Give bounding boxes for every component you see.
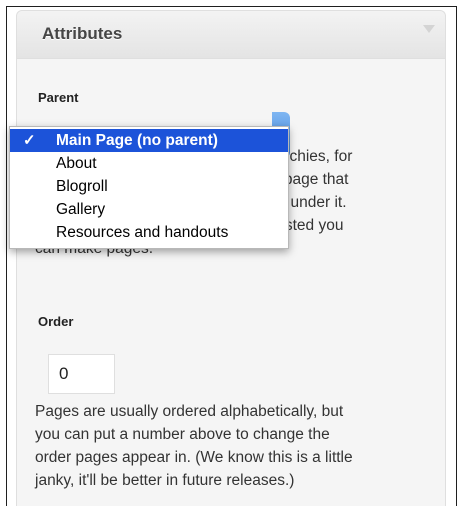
order-label: Order [38,314,74,329]
dropdown-option-label: Gallery [56,201,106,218]
checkmark-icon: ✓ [23,132,36,149]
dropdown-option[interactable]: Gallery [10,198,288,221]
dropdown-option-label: Main Page (no parent) [56,132,218,149]
dropdown-option-selected[interactable]: ✓ Main Page (no parent) [10,129,288,152]
dropdown-option-label: About [56,155,97,172]
order-help-text: Pages are usually ordered alphabetically… [35,400,353,492]
order-help-line: order pages appear in. (We know this is … [35,449,353,466]
dropdown-option-label: Blogroll [56,178,108,195]
order-help-line: you can put a number above to change the [35,426,330,443]
parent-dropdown: ✓ Main Page (no parent) About Blogroll G… [9,126,289,249]
collapse-arrow-icon[interactable] [423,25,435,33]
dropdown-option[interactable]: Resources and handouts [10,221,288,244]
order-input[interactable] [48,354,115,394]
dropdown-option-label: Resources and handouts [56,224,229,241]
parent-label: Parent [38,90,79,105]
dropdown-option[interactable]: About [10,152,288,175]
order-help-line: Pages are usually ordered alphabetically… [35,403,344,420]
panel-title: Attributes [42,24,123,43]
order-help-line: janky, it'll be better in future release… [35,472,295,489]
attributes-panel: Attributes Parent You can arrange your p… [16,10,446,506]
panel-header[interactable]: Attributes [17,11,445,59]
dropdown-option[interactable]: Blogroll [10,175,288,198]
